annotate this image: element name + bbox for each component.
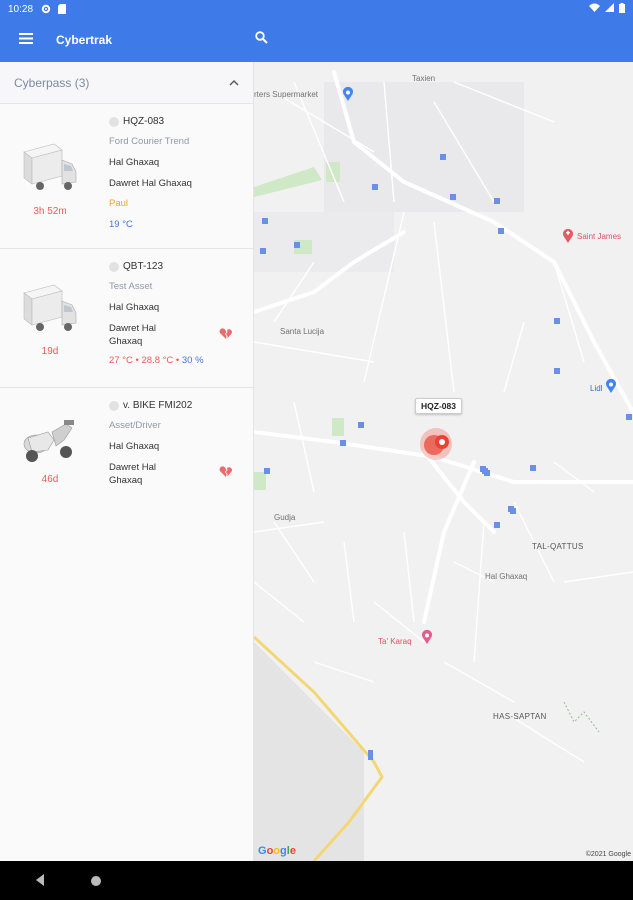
status-dot	[109, 400, 119, 411]
vehicle-cluster-marker[interactable]	[414, 424, 460, 471]
scooter-icon	[18, 410, 80, 470]
truck-icon	[18, 279, 80, 339]
asset-model: Asset/Driver	[109, 420, 161, 431]
map-copyright: ©2021 Google	[585, 851, 631, 858]
google-logo: Google	[258, 845, 296, 857]
asset-sensors: 27 °C • 28.8 °C • 30 %	[109, 354, 241, 368]
restaurant-pin-icon[interactable]	[421, 629, 433, 649]
status-time: 10:28	[8, 3, 34, 15]
lidl-pin-icon[interactable]	[605, 378, 617, 398]
status-dot	[109, 261, 119, 272]
asset-model: Test Asset	[109, 281, 153, 292]
asset-name: HQZ-083	[123, 116, 165, 127]
asset-duration: 3h 52m	[33, 206, 67, 217]
gear-icon	[41, 4, 51, 14]
asset-driver: Paul	[109, 198, 129, 210]
status-bar: 10:28	[0, 0, 633, 18]
app-title: Cybertrak	[56, 33, 113, 47]
map-label-ta-karaq: Ta' Karaq	[378, 637, 412, 646]
map-label-hal-ghaxaq: Hal Ghaxaq	[485, 572, 528, 581]
sd-card-icon	[57, 4, 67, 14]
hamburger-icon	[19, 31, 33, 49]
asset-location: Hal Ghaxaq	[109, 156, 160, 168]
sensor-temp-1: 27 °C	[109, 355, 133, 367]
asset-duration: 46d	[41, 474, 59, 485]
battery-icon	[619, 2, 625, 16]
map-label-tal-qattus: TAL-QATTUS	[532, 542, 584, 551]
search-icon	[254, 31, 268, 49]
map-label-saint-james: Saint James	[577, 232, 622, 241]
truck-icon	[18, 138, 80, 198]
system-nav-bar	[0, 861, 633, 900]
home-circle-icon[interactable]	[90, 874, 102, 892]
map-label-lidl: Lidl	[590, 384, 603, 393]
menu-button[interactable]	[6, 18, 46, 62]
map-label-gudja: Gudja	[274, 513, 296, 522]
map-view[interactable]: rters Supermarket Taxien Saint James San…	[254, 62, 633, 861]
map-label-taxien: Taxien	[412, 74, 436, 83]
map-label-supermarket: rters Supermarket	[254, 90, 319, 99]
hospital-pin-icon[interactable]	[562, 228, 574, 248]
asset-temperature: 19 °C	[109, 219, 133, 231]
asset-name: v. BIKE FMI202	[123, 400, 193, 411]
asset-street: Dawret Hal Ghaxaq	[109, 461, 156, 487]
app-bar: Cybertrak	[0, 18, 633, 62]
group-header-cyberpass[interactable]: Cyberpass (3)	[0, 62, 253, 104]
sensor-humidity: 30 %	[181, 355, 204, 367]
asset-duration: 19d	[41, 346, 59, 357]
chevron-up-icon[interactable]	[229, 77, 239, 89]
vehicle-tag[interactable]: HQZ-083	[415, 398, 462, 414]
search-button[interactable]	[246, 25, 276, 55]
map-label-santa-lucija: Santa Lucija	[280, 327, 325, 336]
asset-item-hqz-083[interactable]: 3h 52m HQZ-083 Ford Courier Trend Hal Gh…	[0, 104, 253, 249]
asset-item-qbt-123[interactable]: 19d QBT-123 Test Asset Hal Ghaxaq Dawret…	[0, 249, 253, 388]
sensor-temp-2: 28.8 °C	[141, 355, 174, 367]
signal-icon	[605, 3, 614, 15]
wifi-icon	[589, 3, 600, 15]
asset-item-bike-fmi202[interactable]: 46d v. BIKE FMI202 Asset/Driver Hal Ghax…	[0, 388, 253, 506]
separator: •	[175, 355, 180, 367]
separator: •	[135, 355, 139, 367]
asset-street: Dawret Hal Ghaxaq	[109, 322, 156, 348]
map-label-has-saptan: HAS-SAPTAN	[493, 712, 547, 721]
status-dot	[109, 116, 119, 127]
asset-name: QBT-123	[123, 261, 164, 272]
supermarket-pin-icon[interactable]	[342, 86, 354, 106]
back-triangle-icon[interactable]	[34, 873, 46, 892]
asset-list-panel: Cyberpass (3) 3h 52m HQZ-083 Ford Courie…	[0, 62, 254, 861]
asset-location: Hal Ghaxaq	[109, 440, 160, 452]
asset-street: Dawret Hal Ghaxaq	[109, 177, 192, 189]
asset-location: Hal Ghaxaq	[109, 301, 160, 313]
asset-model: Ford Courier Trend	[109, 136, 190, 147]
group-title: Cyberpass (3)	[14, 75, 90, 90]
